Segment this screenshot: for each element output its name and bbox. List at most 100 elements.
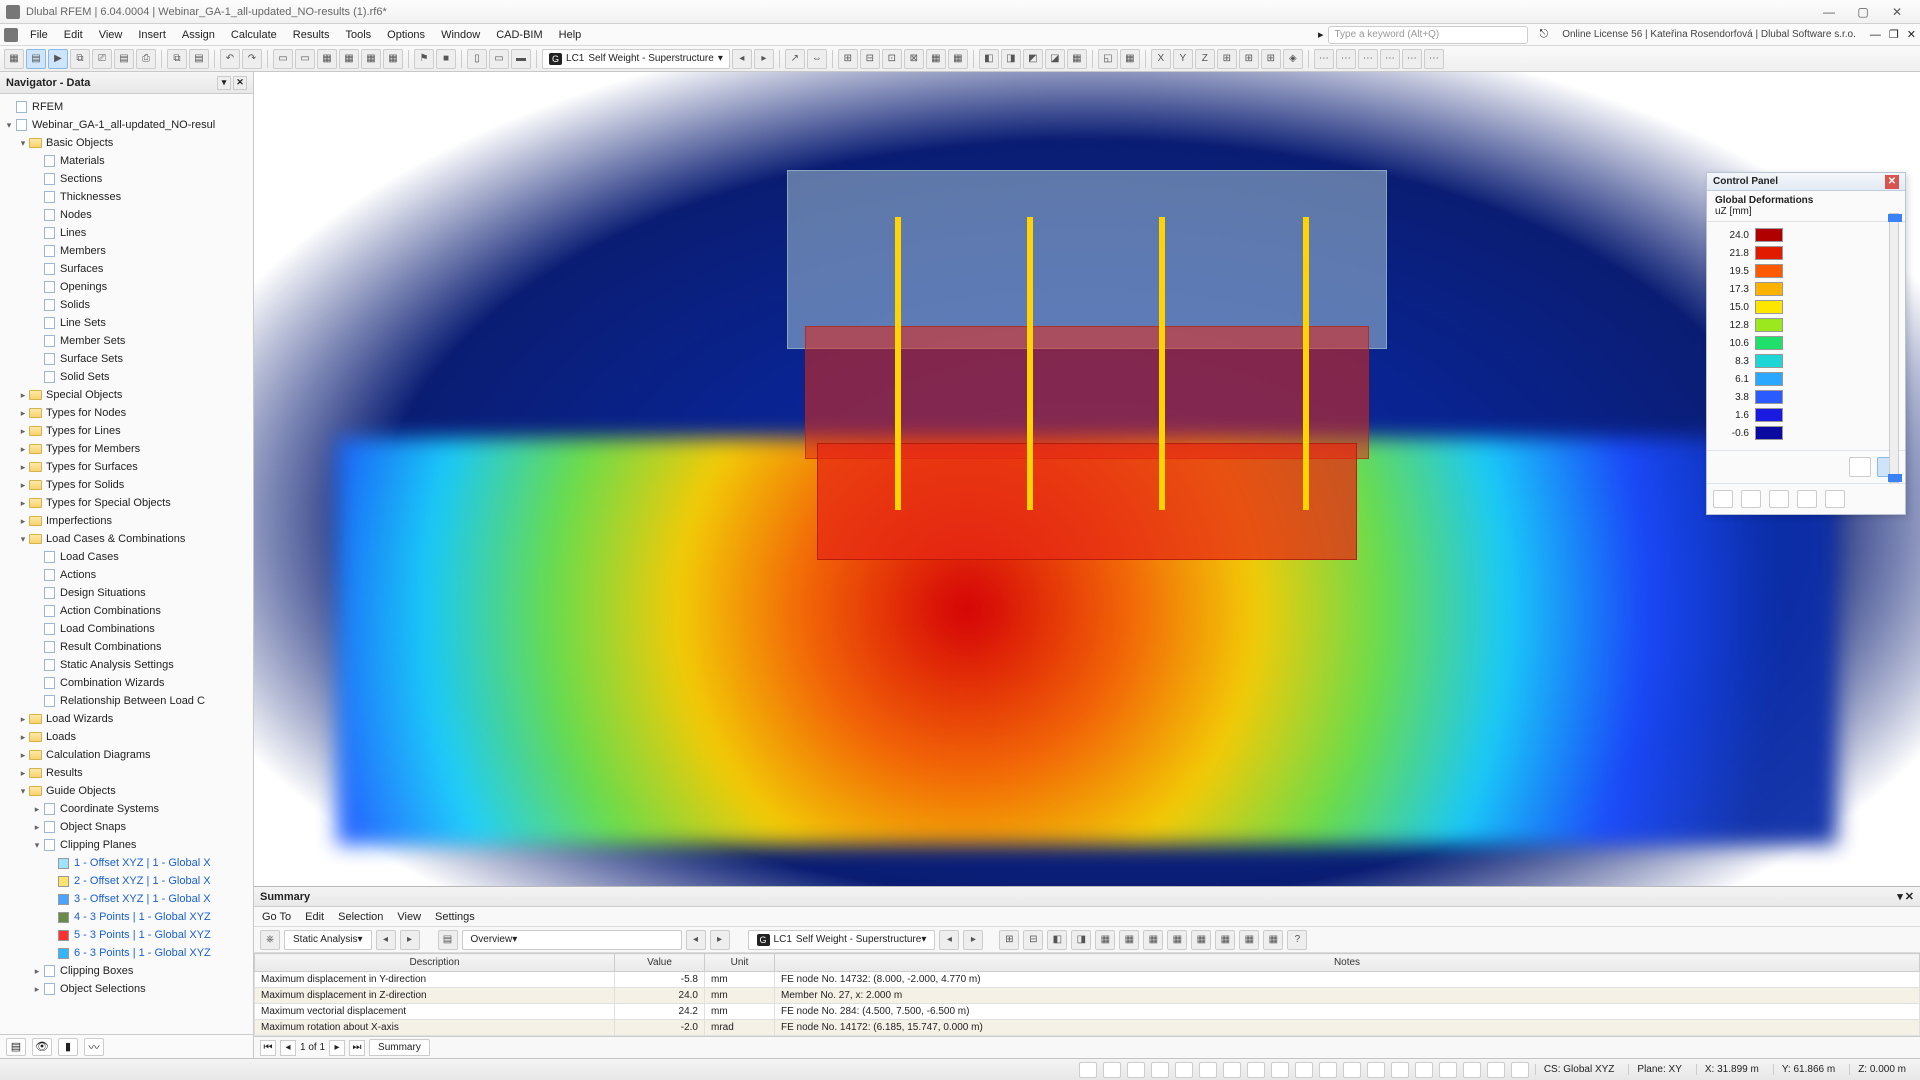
tree-item[interactable]: ▸Object Selections (0, 980, 253, 998)
col-header[interactable]: Notes (775, 954, 1920, 972)
tree-item[interactable]: ▸Object Snaps (0, 818, 253, 836)
tree-item[interactable]: 4 - 3 Points | 1 - Global XYZ (0, 908, 253, 926)
tree-item[interactable]: ▾Clipping Planes (0, 836, 253, 854)
tree-item[interactable]: ▸Clipping Boxes (0, 962, 253, 980)
nav-mode-3-icon[interactable]: ▮ (58, 1038, 78, 1056)
tool-a-icon[interactable]: ⊞ (838, 49, 858, 69)
summary-menu-go-to[interactable]: Go To (262, 911, 291, 923)
sb-10-icon[interactable] (1295, 1062, 1313, 1078)
keyword-search[interactable]: Type a keyword (Alt+Q) (1328, 26, 1528, 44)
menu-results[interactable]: Results (285, 29, 338, 41)
sb-15-icon[interactable] (1415, 1062, 1433, 1078)
view-6-icon[interactable]: ▦ (383, 49, 403, 69)
tree-item[interactable]: 6 - 3 Points | 1 - Global XYZ (0, 944, 253, 962)
tree-item[interactable]: RFEM (0, 98, 253, 116)
sb-17-icon[interactable] (1463, 1062, 1481, 1078)
axis-xy-icon[interactable]: ⊞ (1217, 49, 1237, 69)
redo-icon[interactable]: ↷ (242, 49, 262, 69)
ov-next-icon[interactable]: ▸ (710, 930, 730, 950)
axis-x-icon[interactable]: X (1151, 49, 1171, 69)
page-first-icon[interactable]: ⏮ (260, 1040, 276, 1056)
summary-menu-selection[interactable]: Selection (338, 911, 383, 923)
menu-assign[interactable]: Assign (174, 29, 223, 41)
summary-menu-edit[interactable]: Edit (305, 911, 324, 923)
sb-9-icon[interactable] (1271, 1062, 1289, 1078)
load-case-selector[interactable]: G LC1 Self Weight - Superstructure ▾ (542, 49, 730, 69)
cube-icon[interactable]: ◱ (1098, 49, 1118, 69)
sb-13-icon[interactable] (1367, 1062, 1385, 1078)
beam-icon[interactable]: ▭ (489, 49, 509, 69)
btool-9-icon[interactable]: ▦ (1191, 930, 1211, 950)
tree-item[interactable]: ▾Guide Objects (0, 782, 253, 800)
table-row[interactable]: Maximum rotation about X-axis-2.0mradFE … (255, 1020, 1920, 1036)
tree-item[interactable]: Line Sets (0, 314, 253, 332)
tree-item[interactable]: ▸Results (0, 764, 253, 782)
tree-item[interactable]: ▸Types for Special Objects (0, 494, 253, 512)
table-row[interactable]: Maximum vectorial displacement24.2mmFE n… (255, 1004, 1920, 1020)
tool-b-icon[interactable]: ⊟ (860, 49, 880, 69)
tree-item[interactable]: ▸Special Objects (0, 386, 253, 404)
open-model-icon[interactable]: ▤ (26, 49, 46, 69)
btool-help-icon[interactable]: ? (1287, 930, 1307, 950)
more-2-icon[interactable]: ⋯ (1336, 49, 1356, 69)
page-last-icon[interactable]: ⏭ (349, 1040, 365, 1056)
doc-minimize-button[interactable]: — (1866, 29, 1885, 41)
axis-yz-icon[interactable]: ⊞ (1239, 49, 1259, 69)
tree-item[interactable]: 3 - Offset XYZ | 1 - Global X (0, 890, 253, 908)
axis-z-icon[interactable]: Z (1195, 49, 1215, 69)
tree-item[interactable]: Surface Sets (0, 350, 253, 368)
page-prev-icon[interactable]: ◂ (280, 1040, 296, 1056)
results-4-icon[interactable]: ◪ (1045, 49, 1065, 69)
tree-item[interactable]: ▸Types for Lines (0, 422, 253, 440)
menu-file[interactable]: File (22, 29, 56, 41)
tree-item[interactable]: Relationship Between Load C (0, 692, 253, 710)
col-header[interactable]: Unit (705, 954, 775, 972)
tree-item[interactable]: ▸Loads (0, 728, 253, 746)
next-lc-icon[interactable]: ▸ (754, 49, 774, 69)
btool-10-icon[interactable]: ▦ (1215, 930, 1235, 950)
ov-prev-icon[interactable]: ◂ (686, 930, 706, 950)
table-row[interactable]: Maximum displacement in Y-direction-5.8m… (255, 972, 1920, 988)
tree-item[interactable]: Result Combinations (0, 638, 253, 656)
tree-item[interactable]: Solids (0, 296, 253, 314)
panel-opt-1-icon[interactable] (1849, 457, 1871, 477)
more-3-icon[interactable]: ⋯ (1358, 49, 1378, 69)
tree-item[interactable]: Nodes (0, 206, 253, 224)
col-header[interactable]: Description (255, 954, 615, 972)
save-icon[interactable]: ⧉ (70, 49, 90, 69)
column-icon[interactable]: ▯ (467, 49, 487, 69)
new-model-icon[interactable]: ▦ (4, 49, 24, 69)
tree-item[interactable]: Materials (0, 152, 253, 170)
btool-4-icon[interactable]: ◨ (1071, 930, 1091, 950)
panel-close-icon[interactable]: ✕ (1885, 175, 1899, 189)
nav-mode-2-icon[interactable]: 👁 (32, 1038, 52, 1056)
menu-help[interactable]: Help (551, 29, 590, 41)
maximize-button[interactable]: ▢ (1846, 2, 1880, 22)
sb-1-icon[interactable] (1079, 1062, 1097, 1078)
flag-icon[interactable]: ⚑ (414, 49, 434, 69)
view-5-icon[interactable]: ▦ (361, 49, 381, 69)
panel-tab-5-icon[interactable] (1825, 490, 1845, 508)
summary-lc-selector[interactable]: G LC1 Self Weight - Superstructure ▾ (748, 930, 936, 950)
tree-item[interactable]: Combination Wizards (0, 674, 253, 692)
panel-tab-1-icon[interactable] (1713, 490, 1733, 508)
legend-range-slider[interactable] (1889, 213, 1899, 483)
btool-1-icon[interactable]: ⊞ (999, 930, 1019, 950)
menu-cad-bim[interactable]: CAD-BIM (488, 29, 550, 41)
panel-tab-4-icon[interactable] (1797, 490, 1817, 508)
tree-item[interactable]: Member Sets (0, 332, 253, 350)
sb-3-icon[interactable] (1127, 1062, 1145, 1078)
view-2-icon[interactable]: ▭ (295, 49, 315, 69)
tree-item[interactable]: ▸Types for Nodes (0, 404, 253, 422)
view-4-icon[interactable]: ▦ (339, 49, 359, 69)
axis-xz-icon[interactable]: ⊞ (1261, 49, 1281, 69)
tree-item[interactable]: ▸Types for Solids (0, 476, 253, 494)
tree-item[interactable]: Action Combinations (0, 602, 253, 620)
tree-item[interactable]: ▸Coordinate Systems (0, 800, 253, 818)
results-1-icon[interactable]: ◧ (979, 49, 999, 69)
3d-viewport[interactable]: Control Panel ✕ Global Deformations uZ [… (254, 72, 1920, 886)
slab-icon[interactable]: ▬ (511, 49, 531, 69)
close-button[interactable]: ✕ (1880, 2, 1914, 22)
table-row[interactable]: Maximum displacement in Z-direction24.0m… (255, 988, 1920, 1004)
arrow-icon[interactable]: ↗ (785, 49, 805, 69)
